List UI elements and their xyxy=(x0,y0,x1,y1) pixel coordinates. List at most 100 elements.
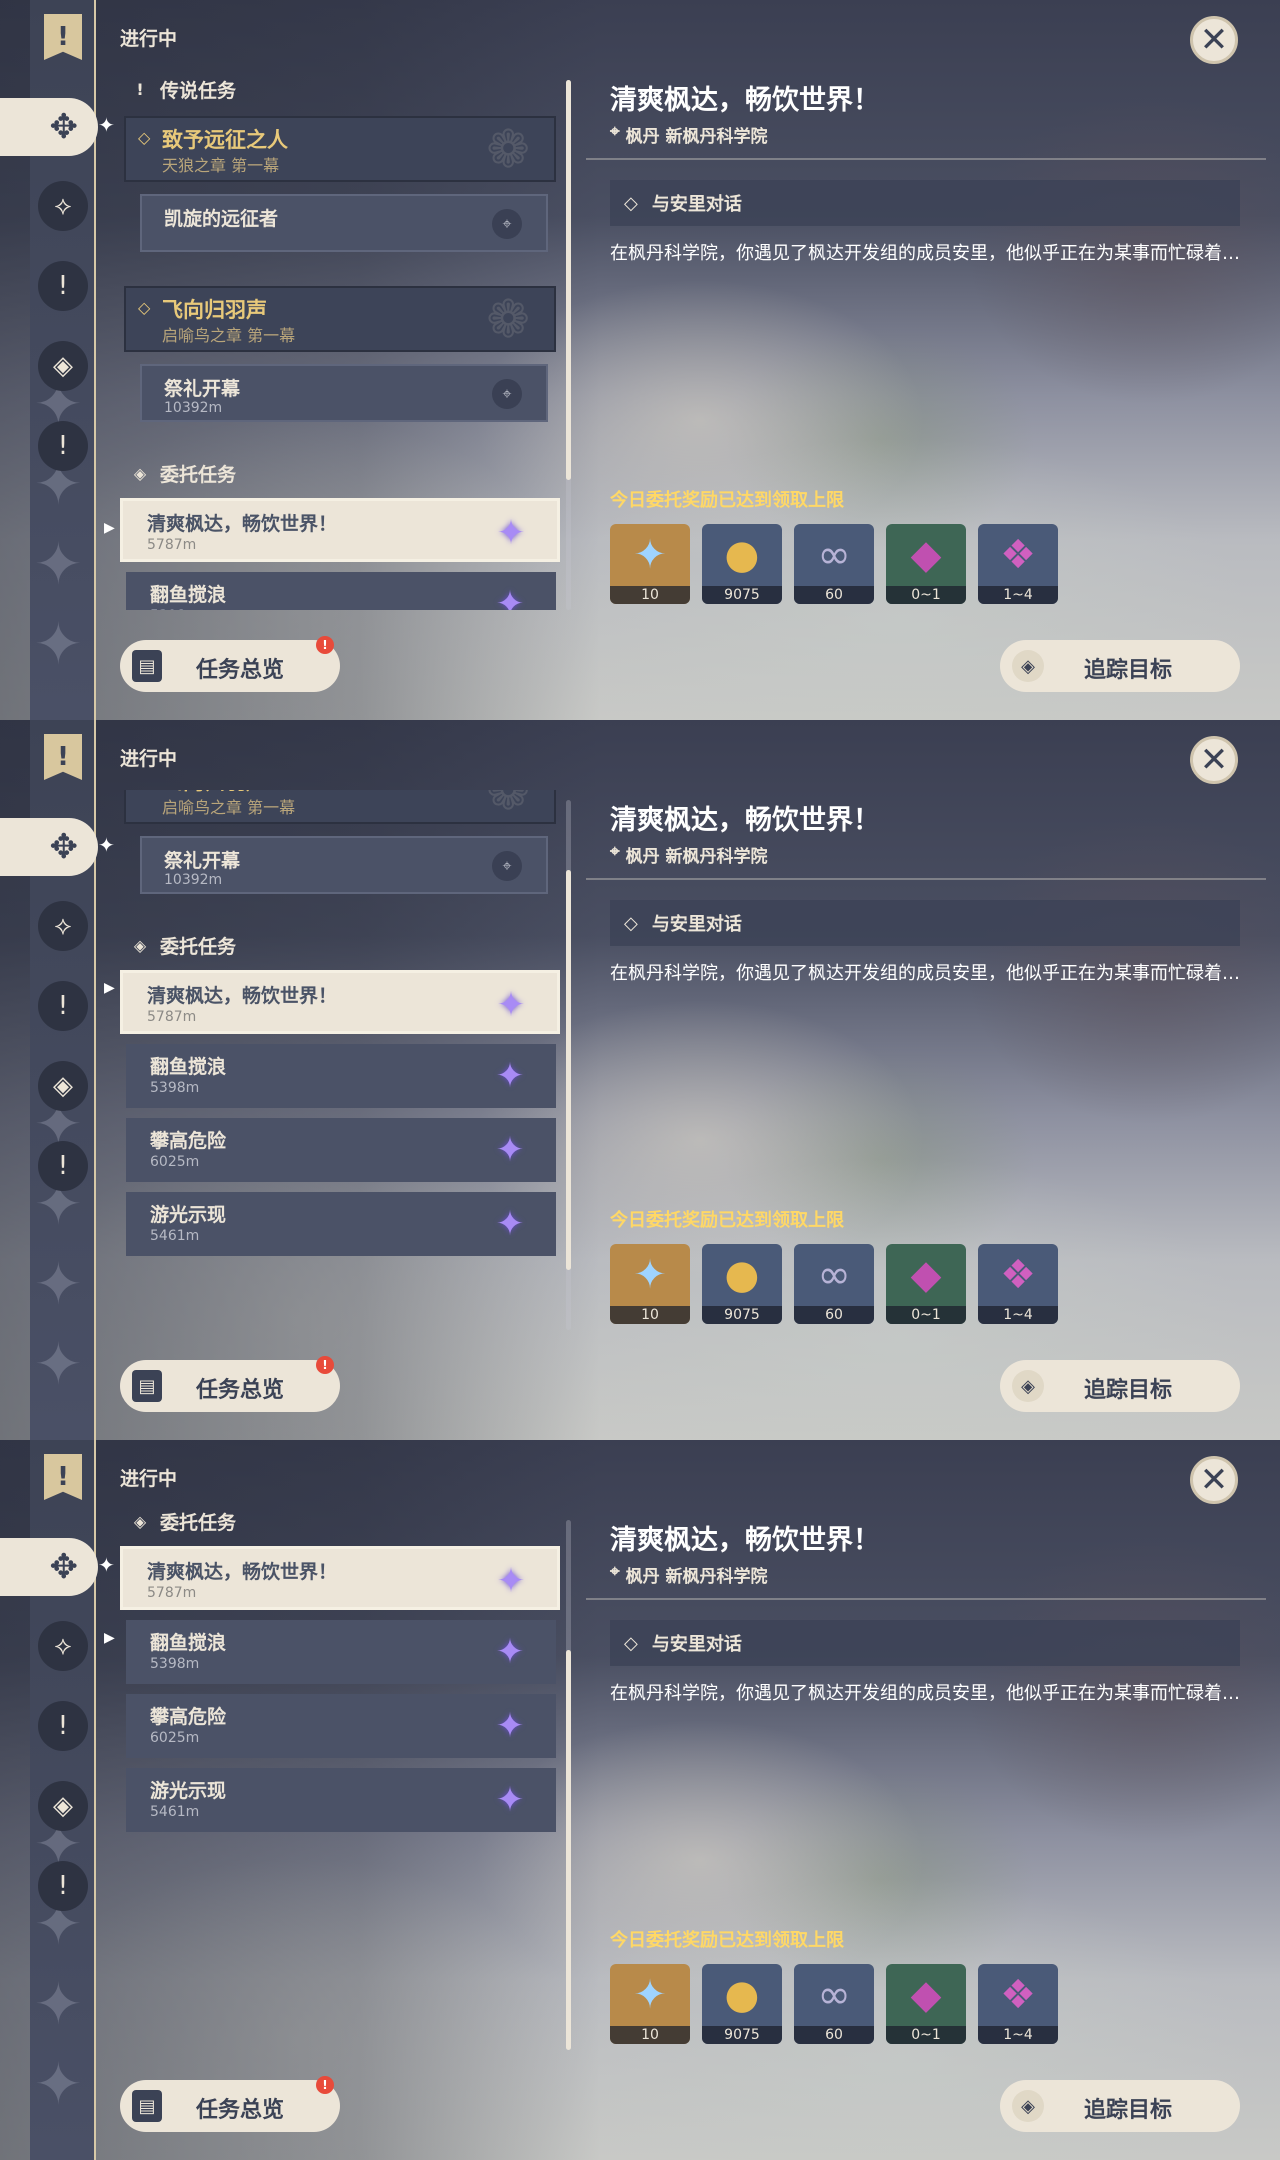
sidebar-item-archon[interactable]: ⟡ xyxy=(38,181,88,231)
reward-count: 9075 xyxy=(702,2026,782,2044)
sidebar-item-archon[interactable]: ⟡ xyxy=(38,1621,88,1671)
chapter-header[interactable]: ◇ 致予远征之人 天狼之章 第一幕 ❁ xyxy=(124,116,556,182)
selected-arrow-icon: ▶ xyxy=(104,1630,115,1646)
archon-quest-icon: ⟡ xyxy=(54,1630,72,1661)
reward-item[interactable]: ● 9075 xyxy=(702,1964,782,2044)
selected-arrow-icon: ▶ xyxy=(104,980,115,996)
reward-item[interactable]: ✦ 10 xyxy=(610,1964,690,2044)
reward-item[interactable]: ∞ 60 xyxy=(794,1244,874,1324)
commission-item-selected[interactable]: 清爽枫达，畅饮世界！ 5787m ✦ xyxy=(120,1546,560,1610)
sidebar-item-story[interactable]: ! xyxy=(38,1701,88,1751)
sidebar-item-archon[interactable]: ⟡ xyxy=(38,901,88,951)
objective-text: 与安里对话 xyxy=(651,1634,742,1655)
list-item[interactable]: 祭礼开幕 10392m ⌖ xyxy=(140,836,548,894)
list-item[interactable]: 祭礼开幕 10392m ⌖ xyxy=(140,364,548,422)
quest-overview-button[interactable]: ▤ 任务总览 ! xyxy=(120,636,340,692)
commission-item[interactable]: 翻鱼搅浪 5398m ✦ xyxy=(126,1620,556,1684)
reward-item[interactable]: ◆ 0~1 xyxy=(886,1964,966,2044)
story-quest-icon: ! xyxy=(57,1711,69,1741)
sidebar-item-story[interactable]: ! xyxy=(38,261,88,311)
location-pin-icon[interactable]: ⌖ xyxy=(492,209,522,239)
sidebar-item-all-quests[interactable]: ✥ xyxy=(0,818,98,876)
reward-item[interactable]: ✦ 10 xyxy=(610,1244,690,1324)
reward-item[interactable]: ◆ 0~1 xyxy=(886,524,966,604)
quest-overview-button[interactable]: ▤ 任务总览 ! xyxy=(120,1356,340,1412)
objective-text: 与安里对话 xyxy=(651,194,742,215)
commission-item-selected[interactable]: 清爽枫达，畅饮世界！ 5787m ✦ xyxy=(120,970,560,1034)
sidebar-item-all-quests[interactable]: ✥ xyxy=(0,1538,98,1596)
chapter-header[interactable]: ◇ 飞向归羽声 启喻鸟之章 第一幕 ❁ xyxy=(124,286,556,352)
quest-list-content: ! 传说任务 ◇ 致予远征之人 天狼之章 第一幕 ❁ 凯旋的远征者 ⌖ ◇ 飞向… xyxy=(120,790,570,1330)
close-button[interactable]: ✕ xyxy=(1190,16,1238,64)
commission-star-icon: ✦ xyxy=(495,1056,525,1096)
commission-item-selected[interactable]: 清爽枫达，畅饮世界！ 5787m ✦ xyxy=(120,498,560,562)
reward-item[interactable]: ∞ 60 xyxy=(794,1964,874,2044)
commission-item[interactable]: 翻鱼搅浪 5398m ✦ xyxy=(126,572,556,610)
quest-overview-button[interactable]: ▤ 任务总览 ! xyxy=(120,2076,340,2132)
category-label: 传说任务 xyxy=(160,79,237,102)
objective-diamond-icon: ◇ xyxy=(624,192,638,214)
reward-item[interactable]: ❖ 1~4 xyxy=(978,1244,1058,1324)
reward-item[interactable]: ◆ 0~1 xyxy=(886,1244,966,1324)
category-label: 委托任务 xyxy=(160,463,237,486)
sidebar-item-world[interactable]: ! xyxy=(38,1861,88,1911)
sidebar-item-world[interactable]: ! xyxy=(38,1141,88,1191)
reward-item[interactable]: ❖ 1~4 xyxy=(978,1964,1058,2044)
commission-title: 翻鱼搅浪 xyxy=(150,1632,227,1654)
sidebar-item-all-quests[interactable]: ✥ xyxy=(0,98,98,156)
quest-title: 祭礼开幕 xyxy=(164,378,241,400)
commission-distance: 5787m xyxy=(147,537,197,553)
close-icon: ✕ xyxy=(1199,740,1229,780)
quest-list-content: ! 传说任务 ◇ 致予远征之人 天狼之章 第一幕 ❁ 凯旋的远征者 ⌖ ◇ 飞向… xyxy=(120,1510,570,1918)
selected-arrow-icon: ▶ xyxy=(104,520,115,536)
companionship-exp-icon: ∞ xyxy=(817,1252,851,1298)
close-button[interactable]: ✕ xyxy=(1190,1456,1238,1504)
list-item[interactable]: 凯旋的远征者 ⌖ xyxy=(140,194,548,252)
sidebar-item-commission[interactable]: ◈ xyxy=(38,341,88,391)
reward-item[interactable]: ✦ 10 xyxy=(610,524,690,604)
scrollbar-thumb[interactable] xyxy=(566,1650,571,2050)
reward-item[interactable]: ∞ 60 xyxy=(794,524,874,604)
commission-item[interactable]: 游光示现 5461m ✦ xyxy=(126,1192,556,1256)
commission-item[interactable]: 攀高危险 6025m ✦ xyxy=(126,1118,556,1182)
close-button[interactable]: ✕ xyxy=(1190,736,1238,784)
location-pin-icon[interactable]: ⌖ xyxy=(492,851,522,881)
page-title: 进行中 xyxy=(120,748,178,770)
category-legend: ! 传说任务 xyxy=(132,74,236,104)
track-diamond-icon: ◈ xyxy=(1012,2090,1044,2122)
reward-count: 60 xyxy=(794,1306,874,1324)
commission-category-icon: ◈ xyxy=(133,463,147,483)
track-target-label: 追踪目标 xyxy=(1084,658,1173,683)
commission-quest-icon: ◈ xyxy=(53,1071,73,1101)
quest-distance: 10392m xyxy=(164,872,223,888)
reward-item[interactable]: ● 9075 xyxy=(702,524,782,604)
bird-emblem-icon: ❁ xyxy=(486,790,530,822)
sidebar-deco-star-icon: ✦ xyxy=(34,530,83,598)
commission-distance: 5461m xyxy=(150,1228,200,1244)
scrollbar-thumb[interactable] xyxy=(566,80,571,480)
commission-quest-icon: ◈ xyxy=(53,1791,73,1821)
sidebar-item-world[interactable]: ! xyxy=(38,421,88,471)
quest-objective: ◇ 与安里对话 xyxy=(610,1620,1240,1666)
sidebar-item-commission[interactable]: ◈ xyxy=(38,1781,88,1831)
track-target-button[interactable]: ◈ 追踪目标 xyxy=(1000,2080,1240,2132)
commission-item[interactable]: 游光示现 5461m ✦ xyxy=(126,1768,556,1832)
quest-list[interactable]: ! 传说任务 ◇ 致予远征之人 天狼之章 第一幕 ❁ 凯旋的远征者 ⌖ ◇ 飞向… xyxy=(120,1510,570,2050)
sidebar-item-commission[interactable]: ◈ xyxy=(38,1061,88,1111)
commission-item[interactable]: 攀高危险 6025m ✦ xyxy=(126,1694,556,1758)
track-target-button[interactable]: ◈ 追踪目标 xyxy=(1000,1360,1240,1412)
track-target-button[interactable]: ◈ 追踪目标 xyxy=(1000,640,1240,692)
quest-list[interactable]: ! 传说任务 ◇ 致予远征之人 天狼之章 第一幕 ❁ 凯旋的远征者 ⌖ ◇ 飞向… xyxy=(120,790,570,1330)
commission-item[interactable]: 翻鱼搅浪 5398m ✦ xyxy=(126,1044,556,1108)
chapter-header[interactable]: ◇ 飞向归羽声 启喻鸟之章 第一幕 ❁ xyxy=(124,790,556,824)
location-pin-icon[interactable]: ⌖ xyxy=(492,379,522,409)
page-title: 进行中 xyxy=(120,28,178,50)
divider xyxy=(586,878,1266,880)
scrollbar-thumb[interactable] xyxy=(566,870,571,1270)
reward-item[interactable]: ❖ 1~4 xyxy=(978,524,1058,604)
commission-star-icon: ✦ xyxy=(495,1780,525,1820)
quest-list[interactable]: ! 传说任务 ◇ 致予远征之人 天狼之章 第一幕 ❁ 凯旋的远征者 ⌖ ◇ 飞向… xyxy=(120,70,570,610)
sidebar-deco-star-icon: ✦ xyxy=(34,610,83,678)
reward-item[interactable]: ● 9075 xyxy=(702,1244,782,1324)
sidebar-item-story[interactable]: ! xyxy=(38,981,88,1031)
